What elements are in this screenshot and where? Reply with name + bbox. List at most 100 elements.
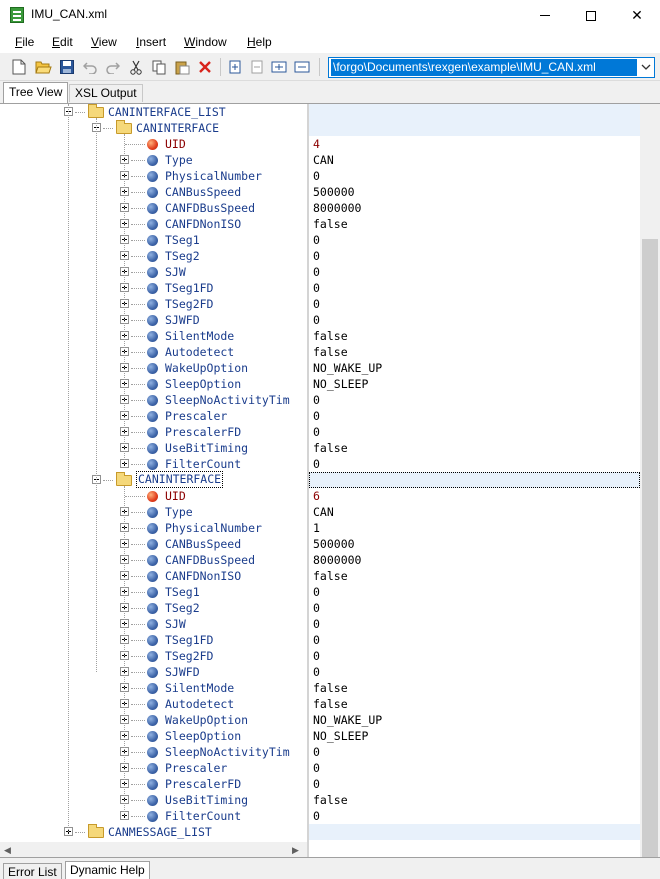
- value-cell-field[interactable]: 0: [309, 600, 640, 616]
- value-cell-field[interactable]: false: [309, 328, 640, 344]
- tree-row-field[interactable]: TSeg2: [0, 600, 307, 616]
- tree-row-field[interactable]: SleepNoActivityTim: [0, 744, 307, 760]
- tree-row-field[interactable]: SilentMode: [0, 328, 307, 344]
- value-cell-field[interactable]: CAN: [309, 504, 640, 520]
- tree-row-field[interactable]: PrescalerFD: [0, 776, 307, 792]
- tree-row-field[interactable]: Prescaler: [0, 760, 307, 776]
- tree-row-field[interactable]: SleepOption: [0, 728, 307, 744]
- value-cell-field[interactable]: false: [309, 696, 640, 712]
- tree-row-field[interactable]: SleepOption: [0, 376, 307, 392]
- value-cell-field[interactable]: 0: [309, 760, 640, 776]
- tree-row-field[interactable]: PrescalerFD: [0, 424, 307, 440]
- tree-row-field[interactable]: SJWFD: [0, 664, 307, 680]
- value-cell-field[interactable]: 0: [309, 232, 640, 248]
- menu-window[interactable]: Window: [184, 35, 227, 49]
- tree-row-interface[interactable]: CANINTERFACE: [0, 471, 307, 488]
- value-cell-field[interactable]: 8000000: [309, 200, 640, 216]
- paste-button[interactable]: [173, 58, 191, 76]
- value-cell-field[interactable]: 0: [309, 456, 640, 472]
- tree-row-field[interactable]: Autodetect: [0, 696, 307, 712]
- value-cell-field[interactable]: NO_SLEEP: [309, 728, 640, 744]
- tree-row-field[interactable]: TSeg1FD: [0, 280, 307, 296]
- copy-button[interactable]: [150, 58, 168, 76]
- collapse-button[interactable]: [248, 58, 266, 76]
- value-cell-field[interactable]: 0: [309, 776, 640, 792]
- tree-row-field[interactable]: UseBitTiming: [0, 792, 307, 808]
- tree-row-field[interactable]: UID: [0, 488, 307, 504]
- value-cell-field[interactable]: 0: [309, 168, 640, 184]
- tree-row-field[interactable]: TSeg1FD: [0, 632, 307, 648]
- tab-error-list[interactable]: Error List: [3, 863, 62, 879]
- tree-row-field[interactable]: FilterCount: [0, 456, 307, 472]
- value-cell-field[interactable]: 0: [309, 632, 640, 648]
- tree-row-field[interactable]: CANFDBusSpeed: [0, 552, 307, 568]
- value-cell-field[interactable]: false: [309, 216, 640, 232]
- tree-row-field[interactable]: WakeUpOption: [0, 360, 307, 376]
- value-cell-field[interactable]: 4: [309, 136, 640, 152]
- menu-edit[interactable]: Edit: [52, 35, 73, 49]
- value-cell-field[interactable]: 0: [309, 664, 640, 680]
- tree-row-field[interactable]: TSeg2: [0, 248, 307, 264]
- value-cell-field[interactable]: NO_SLEEP: [309, 376, 640, 392]
- tree-row-field[interactable]: SilentMode: [0, 680, 307, 696]
- tree-label-interface[interactable]: CANINTERFACE: [136, 471, 224, 488]
- tree-row-interface[interactable]: CANINTERFACE: [0, 120, 307, 136]
- close-button[interactable]: ✕: [614, 0, 660, 31]
- tree-row-field[interactable]: FilterCount: [0, 808, 307, 824]
- value-cell-field[interactable]: 0: [309, 264, 640, 280]
- value-cell-field[interactable]: 0: [309, 312, 640, 328]
- value-cell-field[interactable]: 0: [309, 248, 640, 264]
- tree-row-field[interactable]: CANFDNonISO: [0, 568, 307, 584]
- tree-row-field[interactable]: CANFDNonISO: [0, 216, 307, 232]
- undo-button[interactable]: [81, 58, 99, 76]
- value-cell-field[interactable]: 500000: [309, 536, 640, 552]
- value-cell-field[interactable]: 6: [309, 488, 640, 504]
- tree-row-field[interactable]: CANFDBusSpeed: [0, 200, 307, 216]
- expand-all-button[interactable]: [270, 58, 288, 76]
- expand-button[interactable]: [226, 58, 244, 76]
- collapse-all-button[interactable]: [293, 58, 311, 76]
- chevron-down-icon[interactable]: [640, 61, 652, 73]
- value-cell-field[interactable]: 1: [309, 520, 640, 536]
- value-cell-field[interactable]: 0: [309, 280, 640, 296]
- value-cell-field[interactable]: NO_WAKE_UP: [309, 712, 640, 728]
- new-file-button[interactable]: [10, 58, 28, 76]
- value-cell-field[interactable]: 0: [309, 424, 640, 440]
- value-cell-field[interactable]: 0: [309, 616, 640, 632]
- maximize-button[interactable]: [568, 0, 614, 31]
- value-cell-field[interactable]: 0: [309, 808, 640, 824]
- open-button[interactable]: [34, 58, 52, 76]
- value-cell-field[interactable]: 500000: [309, 184, 640, 200]
- tree-row-field[interactable]: Type: [0, 504, 307, 520]
- file-path-combo[interactable]: \forgo\Documents\rexgen\example\IMU_CAN.…: [328, 57, 655, 78]
- tree-row-field[interactable]: Prescaler: [0, 408, 307, 424]
- value-cell-field[interactable]: 0: [309, 408, 640, 424]
- value-cell-field[interactable]: CAN: [309, 152, 640, 168]
- tree-row-field[interactable]: PhysicalNumber: [0, 520, 307, 536]
- tab-xsl-output[interactable]: XSL Output: [69, 84, 143, 102]
- value-cell-field[interactable]: 0: [309, 296, 640, 312]
- tree-row-field[interactable]: TSeg1: [0, 584, 307, 600]
- scroll-left-icon[interactable]: ◀: [4, 842, 11, 858]
- tree-row-root[interactable]: CANINTERFACE_LIST: [0, 104, 307, 120]
- value-cell-field[interactable]: NO_WAKE_UP: [309, 360, 640, 376]
- value-cell-field[interactable]: false: [309, 344, 640, 360]
- value-cell-field[interactable]: 0: [309, 392, 640, 408]
- tree-row-field[interactable]: SJW: [0, 264, 307, 280]
- menu-help[interactable]: Help: [247, 35, 272, 49]
- tree-row-field[interactable]: TSeg2FD: [0, 648, 307, 664]
- tab-tree-view[interactable]: Tree View: [3, 82, 69, 103]
- cut-button[interactable]: [127, 58, 145, 76]
- save-button[interactable]: [58, 58, 76, 76]
- tree-row-field[interactable]: PhysicalNumber: [0, 168, 307, 184]
- tree-row-field[interactable]: SJWFD: [0, 312, 307, 328]
- tree-row-field[interactable]: TSeg1: [0, 232, 307, 248]
- tree-row-field[interactable]: TSeg2FD: [0, 296, 307, 312]
- value-cell-field[interactable]: false: [309, 680, 640, 696]
- tree-row-field[interactable]: SJW: [0, 616, 307, 632]
- redo-button[interactable]: [104, 58, 122, 76]
- value-cell-field[interactable]: false: [309, 568, 640, 584]
- tab-dynamic-help[interactable]: Dynamic Help: [65, 861, 150, 879]
- tree-row-field[interactable]: Autodetect: [0, 344, 307, 360]
- value-cell-field[interactable]: false: [309, 440, 640, 456]
